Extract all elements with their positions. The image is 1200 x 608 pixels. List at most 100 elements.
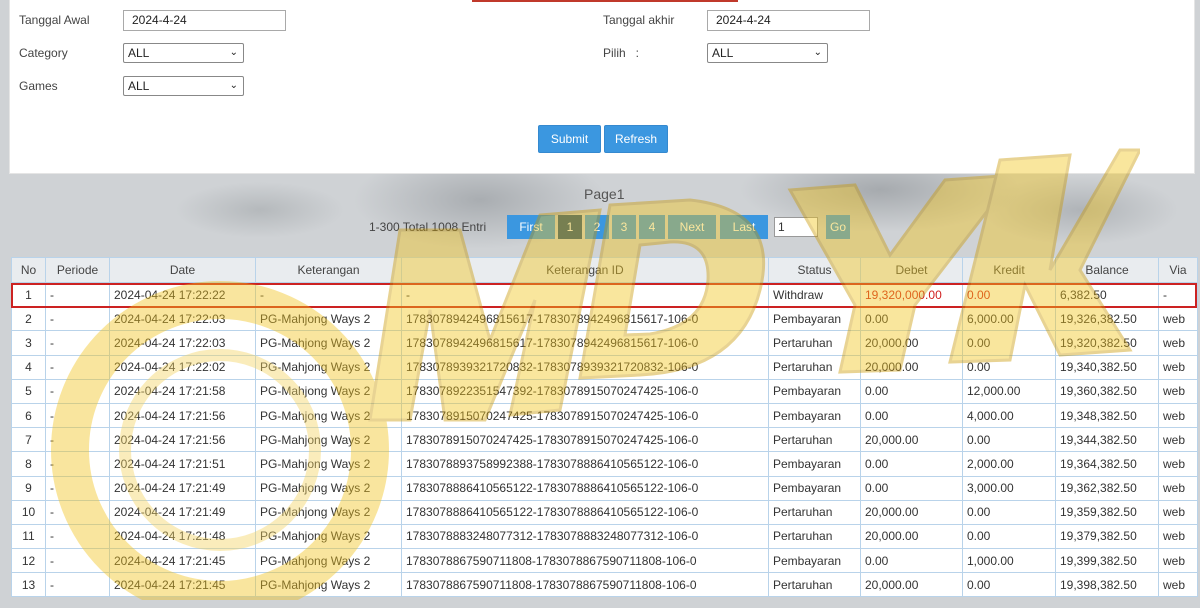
table-cell: 2024-04-24 17:22:03 — [109, 306, 256, 332]
table-cell: 20,000.00 — [860, 330, 963, 356]
table-cell: 19,398,382.50 — [1055, 572, 1159, 598]
table-cell: web — [1158, 402, 1198, 429]
table-cell: PG-Mahjong Ways 2 — [255, 475, 402, 501]
table-cell: 2024-04-24 17:21:49 — [109, 475, 256, 501]
table-cell: 6 — [11, 402, 46, 429]
last-page-button[interactable]: Last — [720, 215, 768, 239]
table-cell: 19,344,382.50 — [1055, 427, 1159, 453]
table-cell: 1783078883248077312-1783078883248077312-… — [401, 523, 769, 550]
table-cell: - — [45, 306, 110, 332]
column-header: Status — [768, 257, 861, 283]
table-cell: - — [45, 475, 110, 501]
table-cell: 1783078915070247425-1783078915070247425-… — [401, 402, 769, 429]
table-body: 1-2024-04-24 17:22:22- - Withdraw 19,320,00… — [11, 281, 1198, 598]
table-cell: PG-Mahjong Ways 2 — [255, 499, 402, 525]
table-cell: 12 — [11, 548, 46, 574]
table-cell: 0.00 — [962, 499, 1056, 525]
table-cell: 0.00 — [860, 548, 963, 574]
page-button-1[interactable]: 1 — [558, 215, 582, 239]
table-row: 2-2024-04-24 17:22:03 PG-Mahjong Ways 2 17… — [11, 306, 1198, 332]
table-cell: Pembayaran — [768, 378, 861, 404]
table-cell: Pembayaran — [768, 306, 861, 332]
table-cell: Pertaruhan — [768, 523, 861, 550]
table-cell: web — [1158, 572, 1198, 598]
table-cell: 4,000.00 — [962, 402, 1056, 429]
table-cell: 1783078867590711808-1783078867590711808-… — [401, 548, 769, 574]
table-cell: PG-Mahjong Ways 2 — [255, 572, 402, 598]
page-button-4[interactable]: 4 — [639, 215, 665, 239]
table-cell: 2024-04-24 17:21:56 — [109, 402, 256, 429]
table-cell: 1783078942496815617-1783078942496815617-… — [401, 330, 769, 356]
table-cell: Pembayaran — [768, 548, 861, 574]
next-page-button[interactable]: Next — [668, 215, 716, 239]
games-select[interactable]: ALL ⌄ — [123, 76, 244, 96]
table-cell: 3,000.00 — [962, 475, 1056, 501]
table-cell: 3 — [11, 330, 46, 356]
table-cell: 1783078886410565122-1783078886410565122-… — [401, 475, 769, 501]
table-cell: PG-Mahjong Ways 2 — [255, 354, 402, 380]
table-row: 10-2024-04-24 17:21:49 PG-Mahjong Ways 21… — [11, 499, 1198, 525]
table-cell: 20,000.00 — [860, 523, 963, 550]
table-cell: web — [1158, 475, 1198, 501]
table-row: 11-2024-04-24 17:21:48 PG-Mahjong Ways 21… — [11, 523, 1198, 550]
category-select[interactable]: ALL ⌄ — [123, 43, 244, 63]
table-cell: 2024-04-24 17:21:51 — [109, 451, 256, 477]
table-cell: web — [1158, 499, 1198, 525]
table-cell: Pembayaran — [768, 475, 861, 501]
page-button-2[interactable]: 2 — [585, 215, 609, 239]
table-cell: 1 — [11, 281, 46, 308]
choose-label: Pilih : — [603, 46, 640, 60]
table-cell: Pembayaran — [768, 451, 861, 477]
submit-button[interactable]: Submit — [538, 125, 601, 153]
table-cell: 19,340,382.50 — [1055, 354, 1159, 380]
table-cell: web — [1158, 451, 1198, 477]
table-cell: 1783078886410565122-1783078886410565122-… — [401, 499, 769, 525]
column-header: Date — [109, 257, 256, 283]
end-date-input[interactable]: 2024-4-24 — [707, 10, 870, 31]
table-cell: web — [1158, 427, 1198, 453]
column-header: Debet — [860, 257, 963, 283]
table-cell: 20,000.00 — [860, 427, 963, 453]
table-cell: web — [1158, 330, 1198, 356]
table-cell: - — [45, 548, 110, 574]
filter-panel: Tanggal Awal 2024-4-24 Tanggal akhir 202… — [9, 0, 1195, 174]
table-cell: PG-Mahjong Ways 2 — [255, 330, 402, 356]
start-date-input[interactable]: 2024-4-24 — [123, 10, 286, 31]
column-header: Via — [1158, 257, 1198, 283]
table-cell: 7 — [11, 427, 46, 453]
goto-page-input[interactable]: 1 — [774, 217, 818, 237]
table-cell: 2024-04-24 17:21:49 — [109, 499, 256, 525]
go-button[interactable]: Go — [826, 215, 850, 239]
entries-info: 1-300 Total 1008 Entri — [369, 220, 487, 234]
first-page-button[interactable]: First — [507, 215, 555, 239]
column-header: Kredit — [962, 257, 1056, 283]
table-cell: - — [45, 572, 110, 598]
table-row: 3-2024-04-24 17:22:03 PG-Mahjong Ways 2 17… — [11, 330, 1198, 356]
table-cell: 19,399,382.50 — [1055, 548, 1159, 574]
table-cell: - — [45, 330, 110, 356]
table-cell: 11 — [11, 523, 46, 550]
table-cell: - — [1158, 281, 1198, 308]
table-cell: - — [401, 281, 769, 308]
table-cell: 12,000.00 — [962, 378, 1056, 404]
games-label: Games — [19, 79, 58, 93]
table-cell: 2 — [11, 306, 46, 332]
category-selected-value: ALL — [128, 46, 150, 60]
table-cell: PG-Mahjong Ways 2 — [255, 402, 402, 429]
table-row: 13-2024-04-24 17:21:45 PG-Mahjong Ways 21… — [11, 572, 1198, 598]
choose-select[interactable]: ALL ⌄ — [707, 43, 828, 63]
page-button-3[interactable]: 3 — [612, 215, 636, 239]
table-cell: 2024-04-24 17:22:22 — [109, 281, 256, 308]
table-cell: 0.00 — [962, 330, 1056, 356]
table-cell: 0.00 — [860, 306, 963, 332]
table-cell: 0.00 — [962, 523, 1056, 550]
table-cell: 20,000.00 — [860, 499, 963, 525]
table-cell: - — [45, 451, 110, 477]
table-cell: - — [45, 523, 110, 550]
choose-selected-value: ALL — [712, 46, 734, 60]
table-cell: 2,000.00 — [962, 451, 1056, 477]
table-cell: web — [1158, 523, 1198, 550]
refresh-button[interactable]: Refresh — [604, 125, 668, 153]
table-cell: 9 — [11, 475, 46, 501]
table-row: 4-2024-04-24 17:22:02 PG-Mahjong Ways 2 17… — [11, 354, 1198, 380]
